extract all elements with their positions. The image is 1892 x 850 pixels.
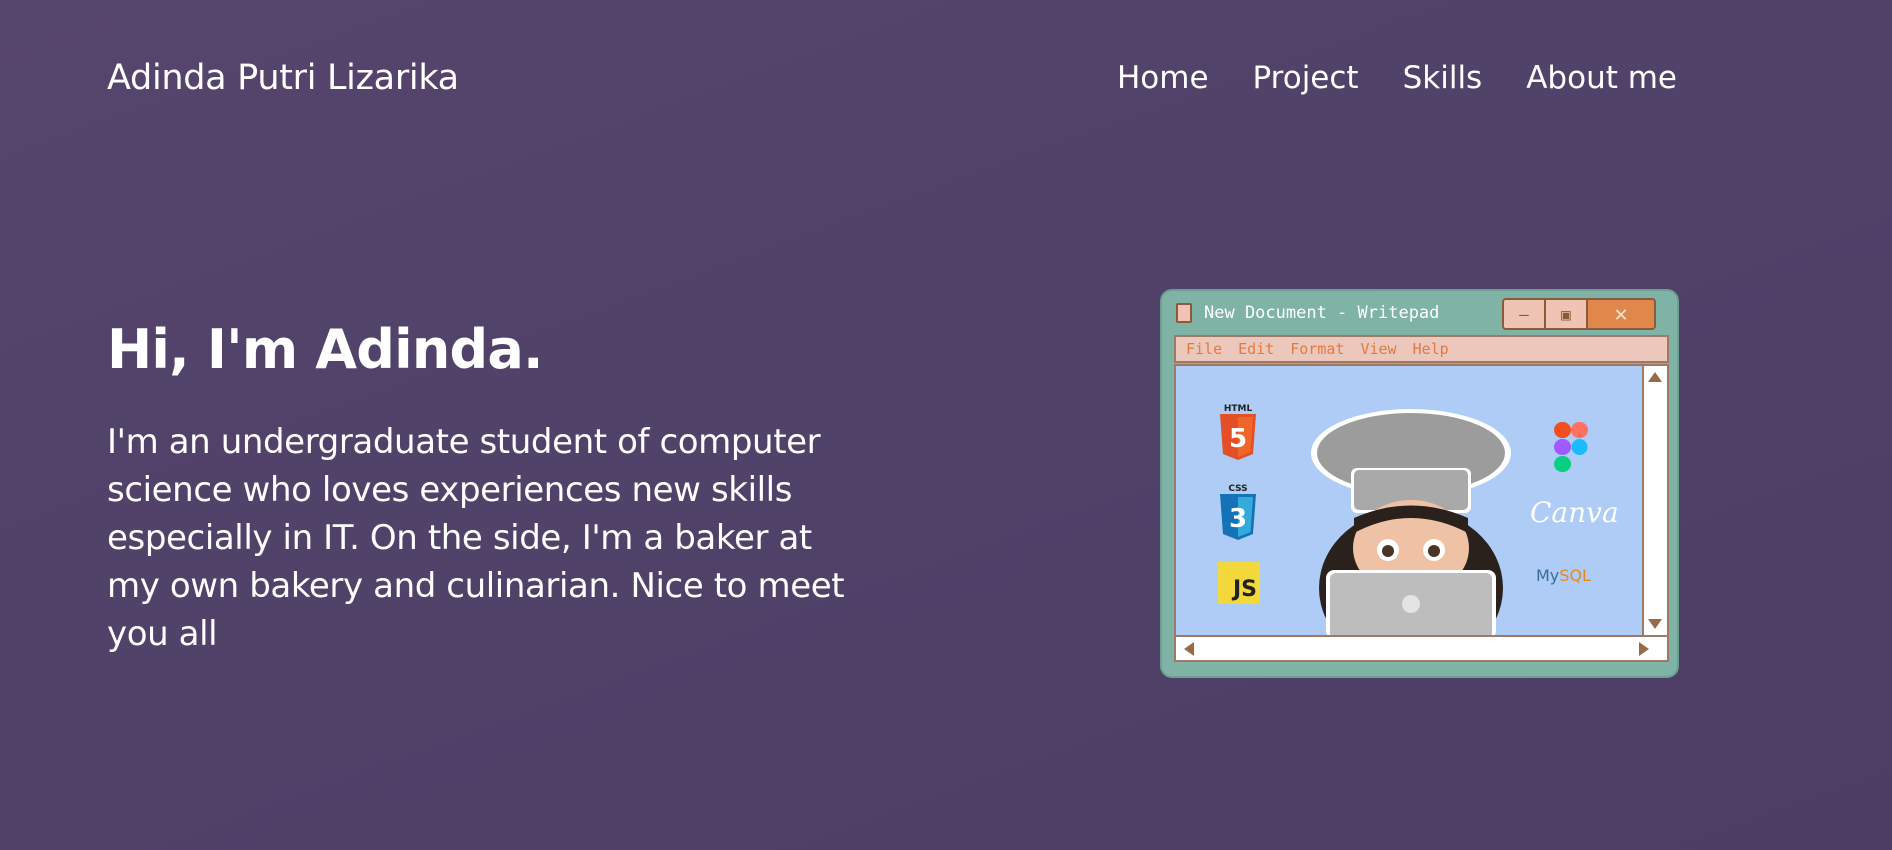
nav-about-me[interactable]: About me	[1526, 60, 1677, 96]
writepad-menubar: File Edit Format View Help	[1174, 335, 1669, 363]
minimize-icon: —	[1504, 300, 1546, 328]
window-controls: — ▣ ✕	[1502, 298, 1656, 330]
css3-shield-icon: 3	[1220, 494, 1256, 540]
svg-text:3: 3	[1229, 504, 1247, 534]
canva-logo: Canva	[1530, 496, 1619, 529]
mysql-my-text: My	[1536, 566, 1560, 585]
document-icon	[1176, 303, 1192, 323]
vertical-scrollbar	[1644, 364, 1669, 637]
mysql-sql-text: SQL	[1559, 566, 1591, 585]
brand-name[interactable]: Adinda Putri Lizarika	[107, 58, 459, 98]
nav-skills[interactable]: Skills	[1403, 60, 1483, 96]
writepad-illustration: New Document - Writepad — ▣ ✕ File Edit …	[1160, 289, 1679, 678]
nav-home[interactable]: Home	[1117, 60, 1209, 96]
js-logo: JS	[1218, 562, 1260, 604]
site-header: Adinda Putri Lizarika Home Project Skill…	[0, 0, 1892, 160]
maximize-icon: ▣	[1546, 300, 1588, 328]
hero-title: Hi, I'm Adinda.	[107, 318, 544, 381]
scroll-up-icon	[1648, 372, 1662, 382]
menu-format: Format	[1290, 340, 1345, 358]
html5-label: HTML	[1223, 404, 1253, 414]
mysql-logo: MySQL	[1536, 566, 1591, 585]
html5-shield-icon: 5	[1220, 414, 1256, 460]
nav-project[interactable]: Project	[1253, 60, 1359, 96]
scroll-down-icon	[1648, 619, 1662, 629]
menu-edit: Edit	[1238, 340, 1275, 358]
css3-logo: CSS 3	[1216, 484, 1260, 544]
svg-text:5: 5	[1229, 424, 1247, 454]
menu-view: View	[1360, 340, 1397, 358]
main-nav: Home Project Skills About me	[1117, 60, 1677, 96]
writepad-title: New Document - Writepad	[1204, 303, 1440, 323]
menu-file: File	[1186, 340, 1223, 358]
css3-label: CSS	[1228, 484, 1248, 494]
scroll-right-icon	[1639, 642, 1649, 656]
horizontal-scrollbar	[1174, 637, 1669, 662]
menu-help: Help	[1412, 340, 1449, 358]
writepad-titlebar: New Document - Writepad — ▣ ✕	[1174, 298, 1664, 330]
hero-description: I'm an undergraduate student of computer…	[107, 422, 845, 654]
figma-logo	[1554, 422, 1588, 472]
writepad-canvas: HTML 5 CSS 3 JS Canva MySQL	[1174, 364, 1644, 637]
html5-logo: HTML 5	[1216, 404, 1260, 464]
scroll-left-icon	[1184, 642, 1194, 656]
close-icon: ✕	[1588, 300, 1654, 328]
chef-avatar	[1311, 409, 1511, 635]
